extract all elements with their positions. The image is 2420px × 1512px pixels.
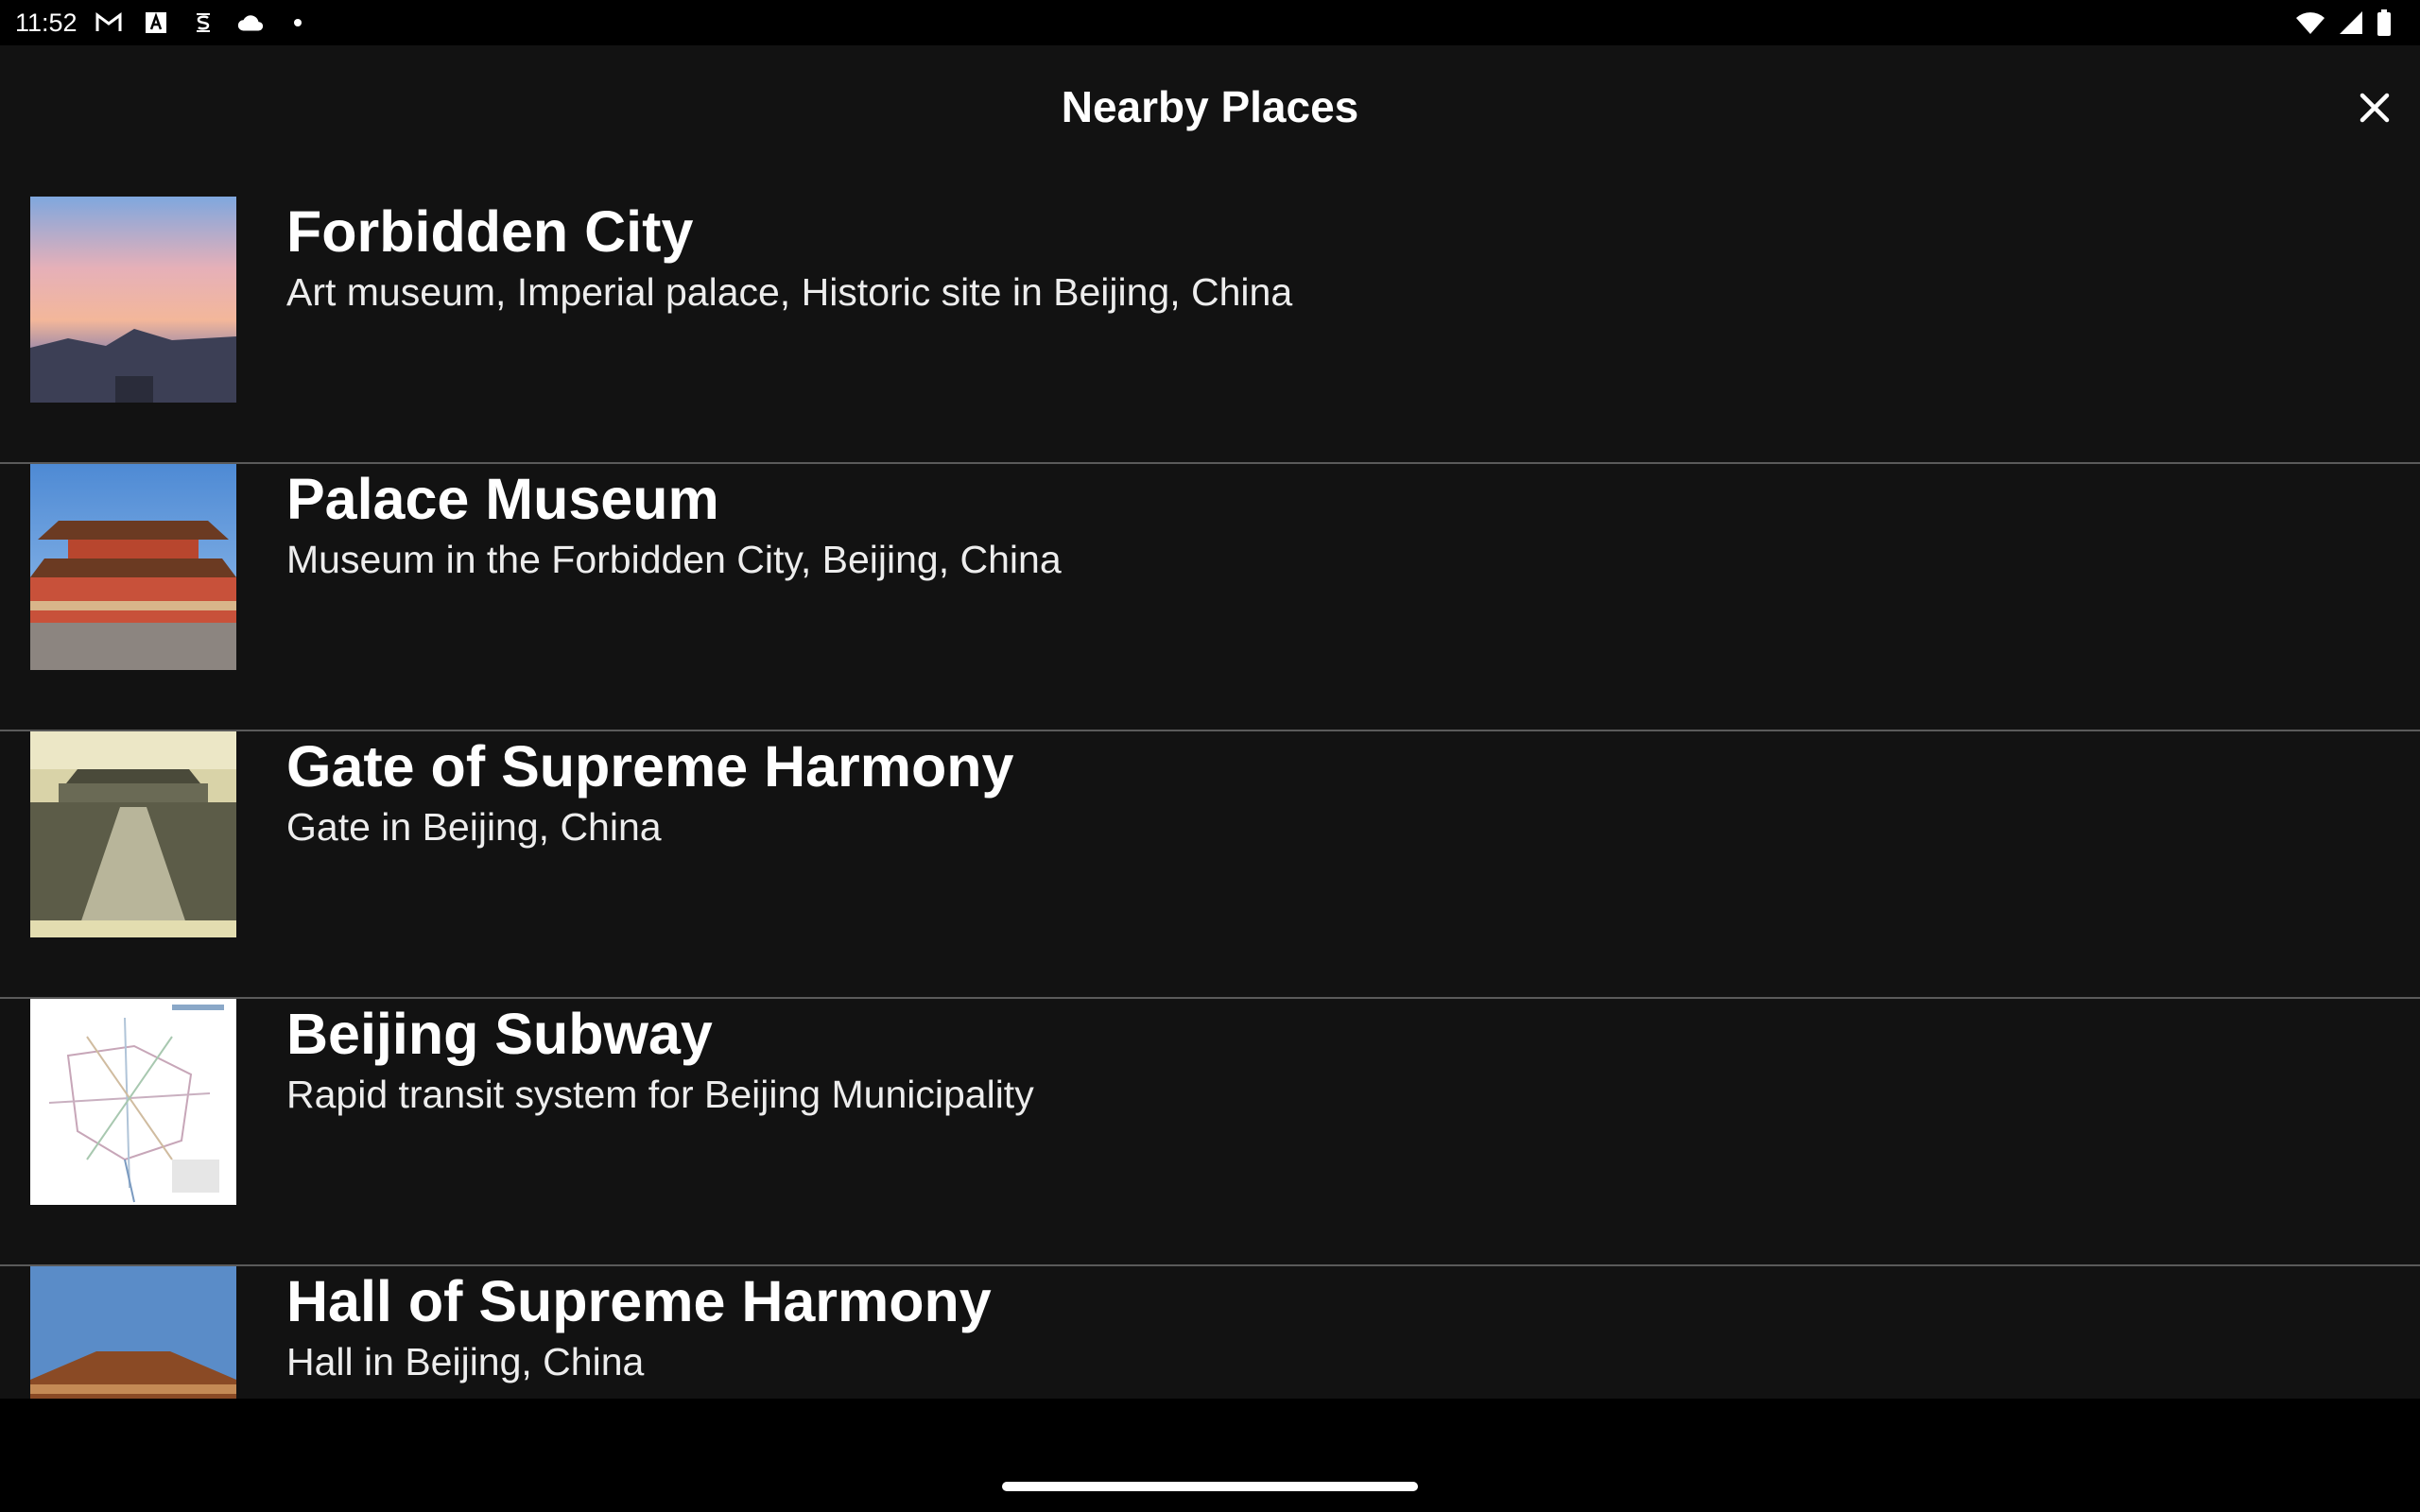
status-system-icons bbox=[2295, 9, 2392, 41]
s-translate-icon bbox=[189, 10, 217, 35]
sheet-header: Nearby Places bbox=[0, 45, 2420, 172]
place-description: Gate in Beijing, China bbox=[286, 805, 662, 850]
list-item-gate-of-supreme-harmony[interactable]: Gate of Supreme Harmony Gate in Beijing,… bbox=[0, 731, 2420, 999]
thumbnail-forbidden-city bbox=[30, 197, 236, 403]
status-time: 11:52 bbox=[15, 8, 78, 37]
place-text: Forbidden City Art museum, Imperial pala… bbox=[286, 198, 2382, 315]
thumbnail-hall-of-supreme-harmony bbox=[30, 1266, 236, 1399]
place-description: Museum in the Forbidden City, Beijing, C… bbox=[286, 538, 1062, 582]
place-text: Hall of Supreme Harmony Hall in Beijing,… bbox=[286, 1268, 2382, 1384]
battery-icon bbox=[2377, 9, 2392, 41]
thumbnail-beijing-subway bbox=[30, 999, 236, 1205]
place-text: Palace Museum Museum in the Forbidden Ci… bbox=[286, 466, 2382, 582]
home-gesture-handle[interactable] bbox=[1002, 1482, 1418, 1491]
list-item-hall-of-supreme-harmony[interactable]: Hall of Supreme Harmony Hall in Beijing,… bbox=[0, 1266, 2420, 1399]
wifi-icon bbox=[2295, 10, 2325, 40]
cloud-icon bbox=[236, 10, 265, 35]
place-text: Beijing Subway Rapid transit system for … bbox=[286, 1001, 2382, 1117]
status-notification-icons bbox=[95, 10, 312, 35]
list-item-beijing-subway[interactable]: Beijing Subway Rapid transit system for … bbox=[0, 999, 2420, 1266]
place-title: Gate of Supreme Harmony bbox=[286, 734, 1014, 799]
gmail-icon bbox=[95, 10, 123, 35]
place-description: Rapid transit system for Beijing Municip… bbox=[286, 1073, 1034, 1117]
place-title: Forbidden City bbox=[286, 199, 694, 264]
place-description: Hall in Beijing, China bbox=[286, 1340, 645, 1384]
list-item-forbidden-city[interactable]: Forbidden City Art museum, Imperial pala… bbox=[0, 197, 2420, 464]
place-title: Hall of Supreme Harmony bbox=[286, 1269, 992, 1333]
places-list: Forbidden City Art museum, Imperial pala… bbox=[0, 197, 2420, 1399]
place-description: Art museum, Imperial palace, Historic si… bbox=[286, 270, 1293, 315]
nearby-places-sheet: Nearby Places Forbidden City Art museum,… bbox=[0, 45, 2420, 1399]
list-item-palace-museum[interactable]: Palace Museum Museum in the Forbidden Ci… bbox=[0, 464, 2420, 731]
status-bar: 11:52 bbox=[0, 0, 2420, 45]
close-button[interactable] bbox=[2350, 83, 2399, 132]
close-icon bbox=[2360, 93, 2390, 123]
page-title: Nearby Places bbox=[1061, 82, 1359, 131]
dot-icon bbox=[284, 10, 312, 35]
place-title: Palace Museum bbox=[286, 467, 719, 531]
signal-icon bbox=[2339, 10, 2363, 40]
place-text: Gate of Supreme Harmony Gate in Beijing,… bbox=[286, 733, 2382, 850]
navigation-bar bbox=[0, 1399, 2420, 1512]
text-a-icon bbox=[142, 10, 170, 35]
thumbnail-palace-museum bbox=[30, 464, 236, 670]
thumbnail-gate-of-supreme-harmony bbox=[30, 731, 236, 937]
place-title: Beijing Subway bbox=[286, 1002, 713, 1066]
